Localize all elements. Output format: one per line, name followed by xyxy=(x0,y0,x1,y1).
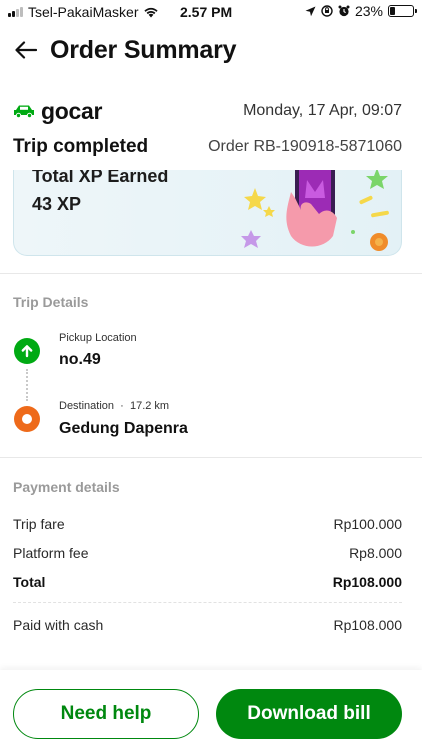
destination-label-row: Destination · 17.2 km xyxy=(59,400,169,412)
lock-rotation-icon xyxy=(321,5,333,17)
car-icon xyxy=(14,105,34,118)
payment-row-value: Rp8.000 xyxy=(349,545,402,561)
payment-separator xyxy=(13,602,402,603)
payment-method-label: Paid with cash xyxy=(13,617,104,633)
status-left: Tsel-PakaiMasker xyxy=(8,4,159,20)
battery-icon xyxy=(388,5,417,17)
alarm-icon xyxy=(338,5,350,17)
trip-date: Monday, 17 Apr, 09:07 xyxy=(243,102,402,119)
payment-row-total: Total Rp108.000 xyxy=(13,574,402,590)
route-connector xyxy=(26,369,28,401)
payment-row-value: Rp108.000 xyxy=(332,574,402,590)
battery-percent: 23% xyxy=(354,3,383,19)
separator-dot: · xyxy=(117,400,127,412)
service-brand: gocar xyxy=(13,98,102,125)
payment-method-row: Paid with cash Rp108.000 xyxy=(13,617,402,633)
xp-card: Total XP Earned 43 XP xyxy=(13,170,402,256)
payment-row-label: Total xyxy=(13,574,46,590)
section-divider xyxy=(0,457,422,458)
location-arrow-icon xyxy=(305,6,316,16)
trip-distance: 17.2 km xyxy=(129,400,170,412)
xp-illustration xyxy=(241,170,389,251)
payment-details-title: Payment details xyxy=(13,479,120,495)
status-bar: Tsel-PakaiMasker 2.57 PM 23% xyxy=(0,0,422,24)
payment-row-platform-fee: Platform fee Rp8.000 xyxy=(13,545,402,561)
service-name: gocar xyxy=(41,97,103,124)
destination-label: Destination xyxy=(59,400,115,412)
section-divider xyxy=(0,273,422,274)
bottom-action-bar: Need help Download bill xyxy=(0,670,422,744)
arrow-up-icon xyxy=(14,338,40,364)
payment-row-label: Platform fee xyxy=(13,545,89,561)
order-brand-row: gocar Monday, 17 Apr, 09:07 xyxy=(13,97,402,125)
xp-value: 43 XP xyxy=(32,194,82,214)
wifi-icon xyxy=(144,7,159,18)
need-help-button[interactable]: Need help xyxy=(13,689,199,739)
signal-icon xyxy=(8,7,23,17)
pickup-label: Pickup Location xyxy=(59,332,137,344)
pickup-name: no.49 xyxy=(59,351,101,368)
download-bill-button[interactable]: Download bill xyxy=(216,689,402,739)
status-time: 2.57 PM xyxy=(180,4,233,20)
order-status-row: Trip completed Order RB-190918-5871060 xyxy=(13,136,402,158)
xp-label: Total XP Earned xyxy=(32,170,169,186)
trip-status: Trip completed xyxy=(13,136,149,157)
order-id: Order RB-190918-5871060 xyxy=(208,138,402,155)
payment-row-trip-fare: Trip fare Rp100.000 xyxy=(13,516,402,532)
payment-row-label: Trip fare xyxy=(13,516,65,532)
arrow-left-icon xyxy=(15,41,37,59)
carrier-name: Tsel-PakaiMasker xyxy=(28,4,139,20)
back-button[interactable] xyxy=(14,38,38,62)
payment-row-value: Rp100.000 xyxy=(333,516,402,532)
status-right: 23% xyxy=(305,3,417,19)
payment-method-value: Rp108.000 xyxy=(333,617,402,633)
trip-details-title: Trip Details xyxy=(13,294,89,310)
header: Order Summary xyxy=(0,30,422,70)
destination-dot-icon xyxy=(14,406,40,432)
destination-name: Gedung Dapenra xyxy=(59,420,188,437)
page-title: Order Summary xyxy=(50,35,237,64)
